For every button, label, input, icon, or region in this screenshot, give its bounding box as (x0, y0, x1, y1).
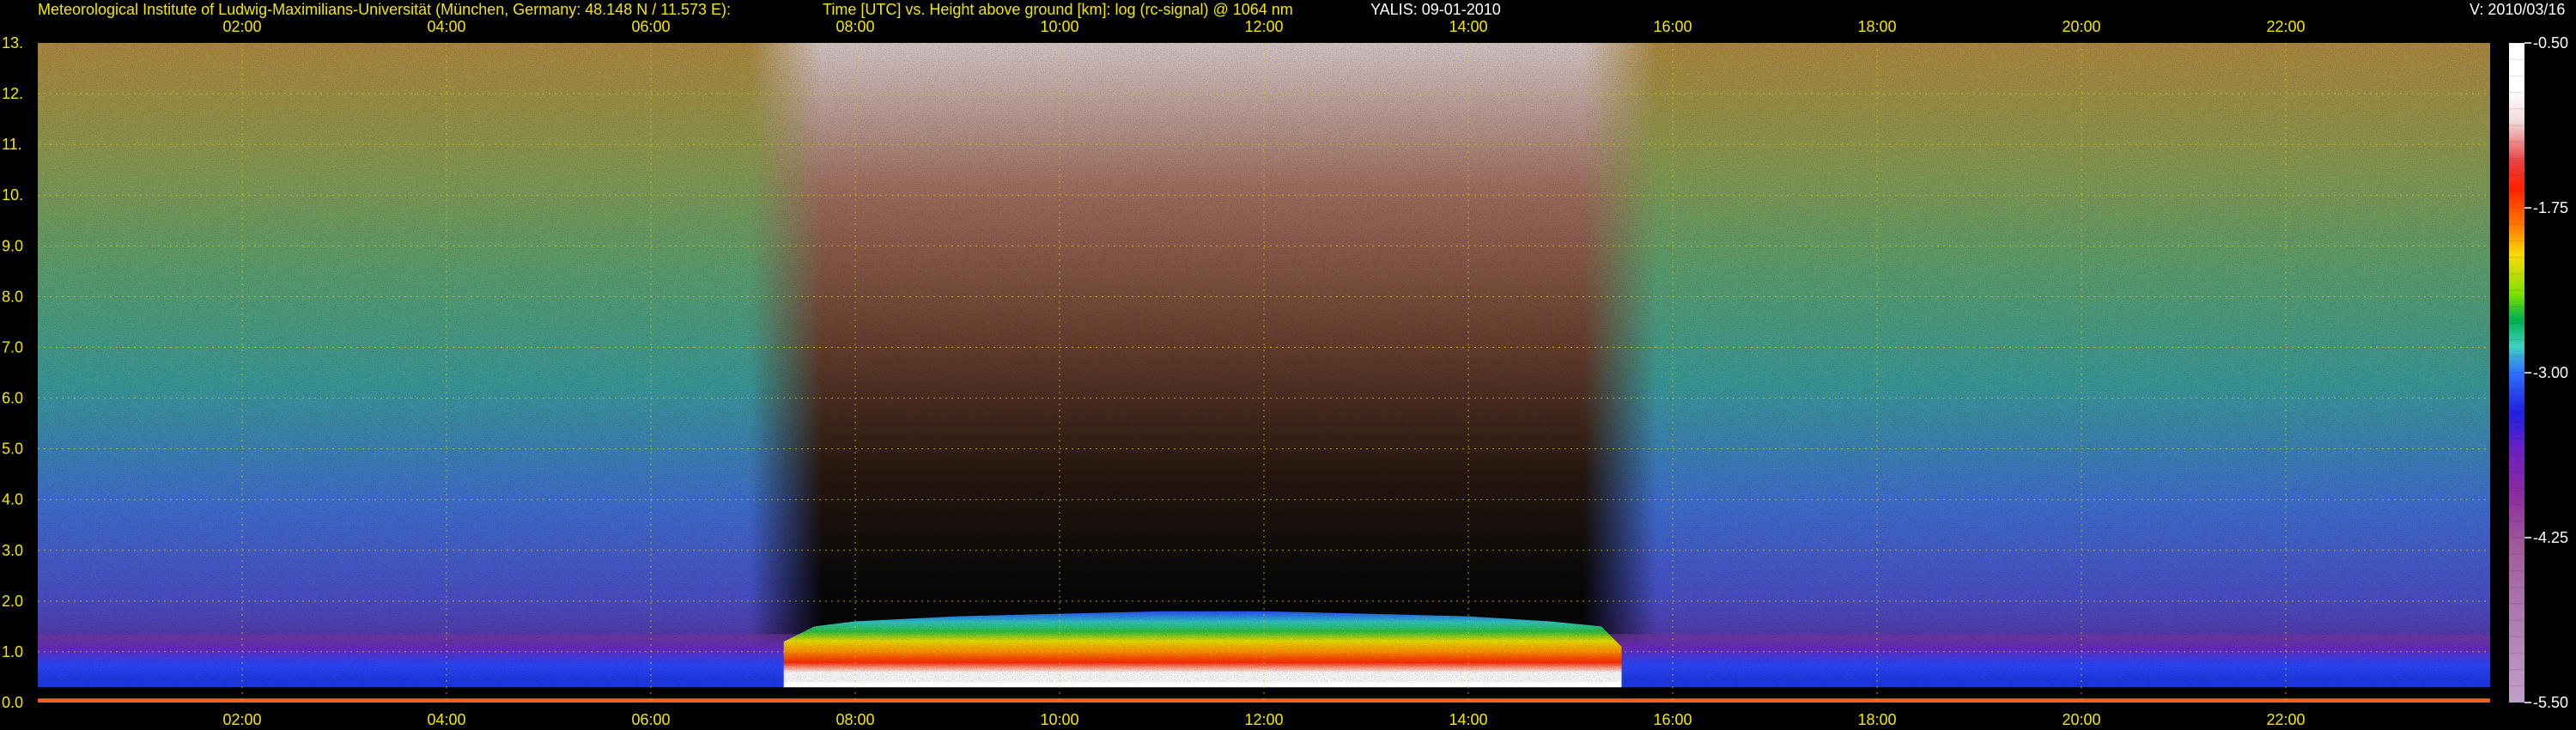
colorbar: -0.50 -1.75 -3.00 -4.25 -5.50 (2509, 34, 2568, 711)
colorbar-tick-label: -5.50 (2533, 694, 2568, 711)
colorbar-tick-label: -0.50 (2533, 34, 2568, 52)
colorbar-tick-label: -4.25 (2533, 529, 2568, 546)
colorbar-tick-label: -3.00 (2533, 364, 2568, 381)
colorbar-tick-label: -1.75 (2533, 199, 2568, 216)
